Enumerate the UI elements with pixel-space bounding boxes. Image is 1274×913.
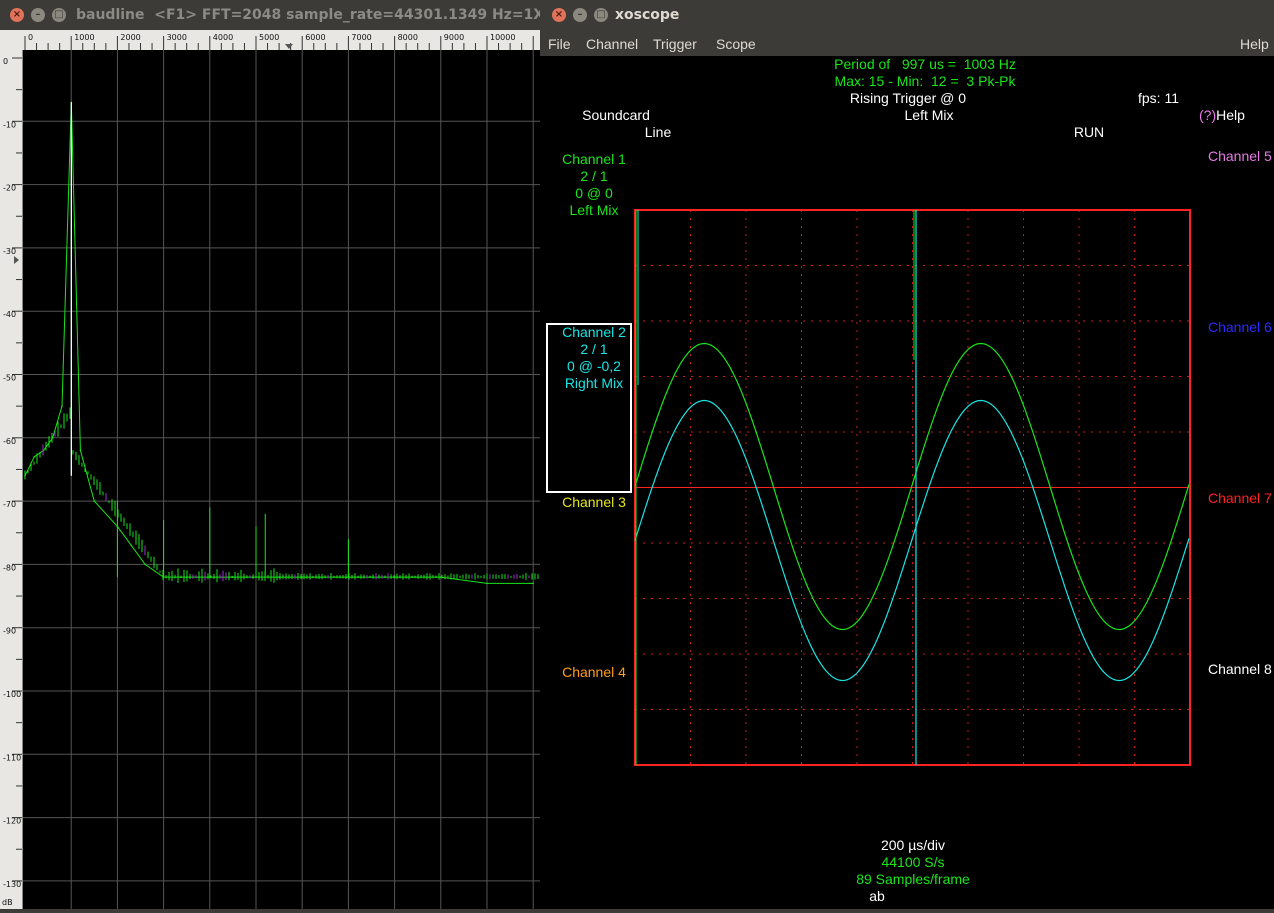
- fps-readout: fps: 11: [1138, 90, 1179, 106]
- channel-2-scale: 2 / 1: [580, 341, 608, 357]
- timebase-readout[interactable]: 200 µs/div: [881, 837, 945, 854]
- source-label[interactable]: Soundcard: [582, 107, 650, 124]
- db-tick-label: -70: [3, 500, 16, 509]
- db-axis: 0 -10 -20 -30 -40 -50 -60 -70 -80 -90 -100 -110 -120…: [2, 57, 22, 913]
- db-ruler[interactable]: 0 -10 -20 -30 -40 -50 -60 -70 -80 -90 -100 -110 -120…: [0, 50, 23, 913]
- minimize-icon[interactable]: –: [573, 8, 587, 22]
- help-hint[interactable]: (?)Help: [1199, 107, 1245, 124]
- xoscope-titlebar[interactable]: × – □ xoscope: [540, 0, 1274, 30]
- freq-tick-label: 5000: [259, 33, 279, 42]
- freq-tick-label: 10000: [490, 33, 515, 42]
- freq-tick-label: 2000: [120, 33, 140, 42]
- window-title: baudline <F1> FFT=2048 sample_rate=44301…: [76, 7, 545, 23]
- input-label[interactable]: Line: [645, 124, 671, 141]
- menu-scope[interactable]: Scope: [716, 36, 756, 52]
- freq-tick-label: 4000: [213, 33, 233, 42]
- spectrum-point: [144, 563, 146, 566]
- db-tick-label: -10: [3, 120, 16, 129]
- channel-6-label[interactable]: Channel 6: [1208, 319, 1272, 336]
- freq-tick-label: 9000: [444, 33, 464, 42]
- run-status[interactable]: RUN: [1074, 124, 1104, 141]
- minimize-icon[interactable]: –: [31, 8, 45, 22]
- frequency-marker-icon: [285, 44, 293, 49]
- window-title: xoscope: [615, 7, 680, 23]
- sample-rate-readout: 44100 S/s: [881, 854, 945, 870]
- freq-tick-label: 0: [28, 33, 33, 42]
- db-tick-label: -80: [3, 563, 16, 572]
- freq-tick-label: 7000: [351, 33, 371, 42]
- channel-5-label[interactable]: Channel 5: [1208, 148, 1272, 165]
- menu-channel[interactable]: Channel: [586, 36, 638, 52]
- xoscope-window: × – □ xoscope File Channel Trigger Scope…: [540, 0, 1274, 909]
- db-tick-label: -40: [3, 310, 16, 319]
- baudline-window: × – □ baudline <F1> FFT=2048 sample_rate…: [0, 0, 544, 913]
- db-marker-icon: [14, 256, 19, 264]
- spectrum-point: [33, 455, 36, 458]
- db-tick-label: -20: [3, 184, 16, 193]
- channel-2-position: 0 @ -0,2: [567, 358, 621, 374]
- db-tick-label: -60: [3, 437, 16, 446]
- channel-3-label[interactable]: Channel 3: [562, 494, 626, 511]
- menu-file[interactable]: File: [548, 36, 571, 52]
- spectrum-point: [79, 449, 82, 452]
- period-readout: Period of 997 us = 1003 Hz: [834, 56, 1016, 72]
- channel-4-label[interactable]: Channel 4: [562, 664, 626, 681]
- baudline-titlebar[interactable]: × – □ baudline <F1> FFT=2048 sample_rate…: [0, 0, 544, 30]
- spectrum-point: [301, 576, 304, 578]
- db-tick-label: 0: [3, 57, 8, 66]
- maximize-icon[interactable]: □: [594, 8, 608, 22]
- spectrum-series-line: [24, 102, 534, 584]
- spectrum-graph: [23, 50, 540, 909]
- frequency-axis: 0 1000 2000 3000 4000 5000 6000 7000 8000 9000 100…: [24, 33, 534, 50]
- freq-tick-label: 3000: [167, 33, 187, 42]
- help-question-icon: (?): [1199, 107, 1217, 123]
- spectrum-point: [532, 582, 534, 585]
- maximize-icon[interactable]: □: [52, 8, 66, 22]
- db-tick-label: -30: [3, 247, 16, 256]
- channel-7-label[interactable]: Channel 7: [1208, 490, 1272, 507]
- mix-label[interactable]: Left Mix: [904, 107, 953, 124]
- close-icon[interactable]: ×: [552, 8, 566, 22]
- samples-per-frame-readout: 89 Samples/frame: [856, 871, 970, 887]
- scope-display: Period of 997 us = 1003 Hz Max: 15 - Min…: [540, 56, 1274, 909]
- db-unit-label: dB: [2, 898, 13, 907]
- channel-1-position: 0 @ 0: [575, 185, 613, 201]
- freq-tick-label: 8000: [398, 33, 418, 42]
- spectrum-point: [486, 582, 488, 585]
- help-hint-label: Help: [1216, 107, 1245, 123]
- menu-bar: File Channel Trigger Scope Help: [540, 30, 1274, 56]
- spectrum-point: [440, 576, 442, 578]
- db-tick-label: -130: [3, 880, 21, 889]
- db-tick-label: -110: [3, 753, 21, 762]
- amplitude-readout: Max: 15 - Min: 12 = 3 Pk-Pk: [834, 73, 1016, 89]
- channel-2-source: Right Mix: [564, 375, 624, 391]
- menu-help[interactable]: Help: [1240, 36, 1269, 52]
- spectrum-point: [93, 500, 96, 502]
- spectrum-point: [130, 544, 133, 547]
- footer-mark: ab: [869, 888, 885, 904]
- spectrum-point: [61, 405, 63, 407]
- db-tick-label: -50: [3, 374, 16, 383]
- trigger-readout[interactable]: Rising Trigger @ 0: [850, 90, 966, 107]
- spectrum-plot[interactable]: [23, 50, 540, 909]
- channel-1-source: Left Mix: [569, 202, 619, 218]
- channel-1-name: Channel 1: [562, 151, 626, 167]
- frequency-ruler[interactable]: 0 1000 2000 3000 4000 5000 6000 7000 8000 9000 100…: [0, 30, 540, 51]
- close-icon[interactable]: ×: [10, 8, 24, 22]
- db-tick-label: -90: [3, 627, 16, 636]
- menu-trigger[interactable]: Trigger: [653, 36, 697, 52]
- channel-1-scale: 2 / 1: [580, 168, 608, 184]
- freq-tick-label: 6000: [305, 33, 325, 42]
- channel-8-label[interactable]: Channel 8: [1208, 661, 1272, 678]
- scope-graticule[interactable]: [634, 209, 1194, 769]
- freq-tick-label: 1000: [74, 33, 94, 42]
- db-tick-label: -100: [3, 690, 21, 699]
- db-tick-label: -120: [3, 817, 21, 826]
- channel-2-name: Channel 2: [562, 324, 626, 340]
